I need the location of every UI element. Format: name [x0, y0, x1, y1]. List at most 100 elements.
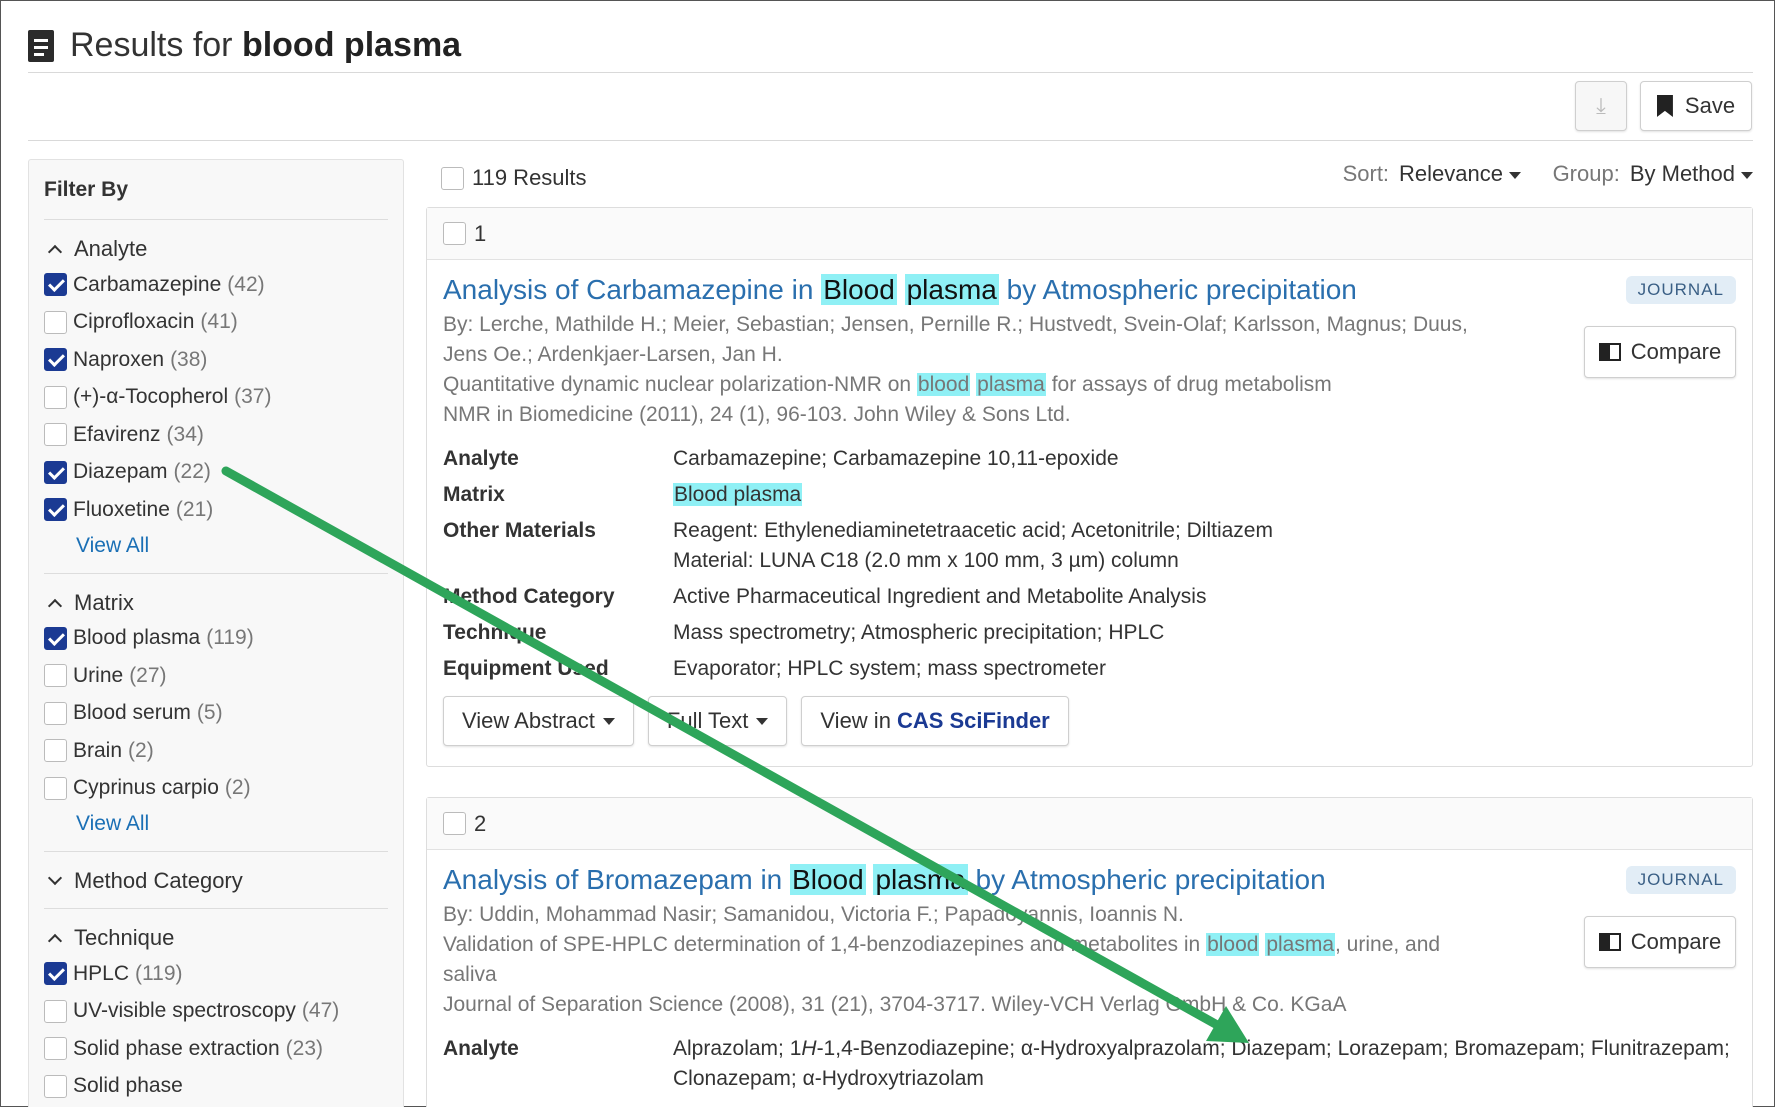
- analyte-filter-item[interactable]: Efavirenz (34): [44, 416, 388, 454]
- matrix-filter-item[interactable]: Blood plasma (119): [44, 620, 388, 658]
- matrix-filter-item[interactable]: Brain (2): [44, 732, 388, 770]
- filter-checkbox[interactable]: [44, 385, 67, 409]
- filter-checkbox[interactable]: [44, 626, 67, 650]
- filter-item-count: (34): [166, 422, 204, 446]
- filter-item-count: (27): [129, 663, 167, 687]
- result-title-link[interactable]: Analysis of Carbamazepine in Blood plasm…: [443, 270, 1523, 310]
- filter-checkbox[interactable]: [44, 1037, 67, 1061]
- document-icon: [28, 29, 54, 62]
- matrix-filter-item[interactable]: Urine (27): [44, 657, 388, 695]
- filter-item-label: Carbamazepine: [73, 272, 222, 296]
- filter-item-label: (+)-α-Tocopherol: [73, 385, 229, 409]
- caret-down-icon: [602, 717, 615, 725]
- filter-section-method-category[interactable]: Method Category: [44, 864, 388, 898]
- filter-checkbox[interactable]: [44, 664, 67, 688]
- filter-item-count: (2): [224, 776, 251, 800]
- filter-checkbox[interactable]: [44, 1074, 67, 1098]
- caret-down-icon: [1741, 171, 1753, 179]
- detail-value: Mass spectrometry; Atmospheric precipita…: [673, 621, 1165, 644]
- filter-section-matrix[interactable]: Matrix: [44, 586, 388, 620]
- technique-filter-item[interactable]: Solid phase: [44, 1068, 388, 1106]
- analyte-filter-item[interactable]: Naproxen (38): [44, 341, 388, 379]
- journal-badge: JOURNAL: [1625, 866, 1736, 894]
- save-label: Save: [1684, 93, 1736, 118]
- filter-checkbox[interactable]: [44, 701, 67, 725]
- cas-scifinder-label: CAS SciFinder: [896, 708, 1050, 733]
- filter-item-label: Diazepam: [73, 460, 168, 484]
- detail-row-analyte: Analyte Carbamazepine; Carbamazepine 10,…: [443, 444, 1736, 474]
- filter-checkbox[interactable]: [44, 273, 67, 297]
- analyte-filter-list: Carbamazepine (42) Ciprofloxacin (41) Naprox…: [44, 266, 388, 529]
- analyte-view-all-link[interactable]: View All: [76, 529, 388, 563]
- filter-item-count: (119): [206, 626, 254, 650]
- technique-filter-item[interactable]: HPLC (119): [44, 955, 388, 993]
- filter-sidebar: Filter By Analyte Carbamazepine (42) Cipro…: [28, 159, 404, 1107]
- filter-item-label: Urine: [73, 663, 124, 687]
- group-value: By Method: [1629, 161, 1735, 186]
- filter-section-technique[interactable]: Technique: [44, 921, 388, 955]
- title-highlight: plasma: [904, 274, 999, 305]
- select-all-results[interactable]: 119 Results: [441, 165, 587, 191]
- filter-checkbox[interactable]: [44, 423, 67, 447]
- compare-button[interactable]: Compare: [1584, 916, 1736, 968]
- technique-filter-item[interactable]: UV-visible spectroscopy (47): [44, 993, 388, 1031]
- full-text-button[interactable]: Full Text: [647, 696, 788, 746]
- caret-down-icon: [1509, 171, 1521, 179]
- filter-item-count: (37): [234, 385, 272, 409]
- filter-checkbox[interactable]: [44, 739, 67, 763]
- results-toolbar: 119 Results Sort: Relevance Group: By Meth…: [441, 161, 1753, 193]
- result-source: NMR in Biomedicine (2011), 24 (1), 96-10…: [443, 403, 1071, 426]
- detail-label: Technique: [443, 621, 547, 644]
- detail-value: Alprazolam; 1H-1,4-Benzodiazepine; α-Hyd…: [673, 1034, 1736, 1094]
- filter-checkbox[interactable]: [44, 498, 67, 522]
- detail-label: Analyte: [443, 447, 519, 470]
- matrix-filter-item[interactable]: Blood serum (5): [44, 695, 388, 733]
- detail-row-method-category: Method Category Active Pharmaceutical In…: [443, 582, 1736, 612]
- chevron-up-icon: [47, 598, 63, 613]
- analyte-filter-item[interactable]: Diazepam (22): [44, 454, 388, 492]
- detail-label: Analyte: [443, 1037, 519, 1060]
- page-title: Results for blood plasma: [70, 26, 461, 65]
- view-in-cas-scifinder-button[interactable]: View in CAS SciFinder: [801, 696, 1069, 746]
- sort-dropdown[interactable]: Sort: Relevance: [1343, 161, 1521, 187]
- group-dropdown[interactable]: Group: By Method: [1553, 161, 1753, 187]
- matrix-filter-item[interactable]: Cyprinus carpio (2): [44, 770, 388, 808]
- compare-button[interactable]: Compare: [1584, 326, 1736, 378]
- detail-label: Matrix: [443, 483, 505, 506]
- section-label: Analyte: [74, 236, 148, 261]
- result-title-link[interactable]: Analysis of Bromazepam in Blood plasma b…: [443, 860, 1523, 900]
- button-label: View Abstract: [462, 708, 595, 733]
- save-button[interactable]: Save: [1640, 81, 1752, 131]
- analyte-filter-item[interactable]: Carbamazepine (42): [44, 266, 388, 304]
- divider: [44, 851, 388, 852]
- result-select-checkbox[interactable]: [443, 222, 466, 245]
- download-button[interactable]: ⤓: [1575, 81, 1627, 131]
- analyte-filter-item[interactable]: Fluoxetine (21): [44, 491, 388, 529]
- technique-filter-item[interactable]: Solid phase extraction (23): [44, 1030, 388, 1068]
- technique-filter-list: HPLC (119) UV-visible spectroscopy (47) Soli…: [44, 955, 388, 1105]
- result-details: Analyte Alprazolam; 1H-1,4-Benzodiazepin…: [443, 1034, 1736, 1094]
- analyte-filter-item[interactable]: (+)-α-Tocopherol (37): [44, 379, 388, 417]
- filter-checkbox[interactable]: [44, 460, 67, 484]
- filter-checkbox[interactable]: [44, 348, 67, 372]
- filter-checkbox[interactable]: [44, 999, 67, 1023]
- detail-value: Evaporator; HPLC system; mass spectromet…: [673, 657, 1106, 680]
- subtitle-highlight: plasma: [1265, 933, 1336, 956]
- book-icon: [1598, 933, 1621, 951]
- results-count: 119 Results: [472, 165, 587, 190]
- filter-item-label: Blood plasma: [73, 626, 201, 650]
- select-all-checkbox[interactable]: [441, 166, 464, 190]
- filter-checkbox[interactable]: [44, 962, 67, 986]
- matrix-view-all-link[interactable]: View All: [76, 807, 388, 841]
- filter-section-analyte[interactable]: Analyte: [44, 232, 388, 266]
- analyte-filter-item[interactable]: Ciprofloxacin (41): [44, 304, 388, 342]
- view-abstract-button[interactable]: View Abstract: [443, 696, 634, 746]
- compare-label: Compare: [1630, 929, 1722, 954]
- filter-item-count: (21): [175, 497, 214, 521]
- filter-item-label: UV-visible spectroscopy: [73, 999, 296, 1023]
- filter-checkbox[interactable]: [44, 310, 67, 334]
- filter-item-label: Efavirenz: [73, 422, 161, 446]
- filter-checkbox[interactable]: [44, 776, 67, 800]
- subtitle-text: for assays of drug metabolism: [1051, 373, 1332, 396]
- result-select-checkbox[interactable]: [443, 812, 466, 835]
